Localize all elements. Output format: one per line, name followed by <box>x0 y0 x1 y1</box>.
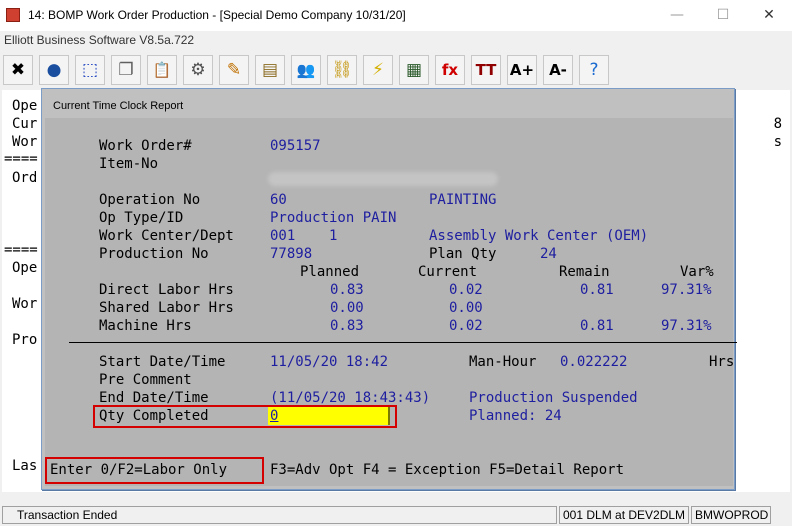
operation-no-label: Operation No <box>99 192 201 208</box>
qty-completed-highlight <box>93 405 397 428</box>
lightning-icon[interactable]: ⚡ <box>363 55 393 85</box>
work-center-value: 001 1 <box>270 228 338 244</box>
bg-line: Las <box>12 458 38 474</box>
toolbar: ✖ ● ⬚ ❐ 📋 ⚙ ✎ ▤ 👥 ⛓ ⚡ ▦ fx TT A+ A-? <box>0 52 792 88</box>
production-no-value: 77898 <box>270 246 313 262</box>
dialog-title: Current Time Clock Report <box>53 100 184 112</box>
col-remain-header: Remain <box>559 264 610 280</box>
status-bar: Transaction Ended 001 DLM at DEV2DLM BMW… <box>0 504 792 526</box>
plan-qty-label: Plan Qty <box>429 246 497 262</box>
shared-labor-planned: 0.00 <box>330 300 364 316</box>
dialog-title-bar: Current Time Clock Report <box>42 89 734 119</box>
software-version: Elliott Business Software V8.5a.722 <box>4 33 195 47</box>
shared-labor-label: Shared Labor Hrs <box>99 300 234 316</box>
bg-line: ==== <box>4 151 38 167</box>
maximize-button[interactable]: ☐ <box>700 0 746 31</box>
bg-line: Ope <box>12 98 38 114</box>
bg-line-right: 8 <box>773 116 782 132</box>
col-var-header: Var% <box>680 264 714 280</box>
start-datetime-value: 11/05/20 18:42 <box>270 354 389 370</box>
direct-labor-remain: 0.81 <box>580 282 614 298</box>
machine-hrs-label: Machine Hrs <box>99 318 192 334</box>
man-hour-value: 0.022222 <box>560 354 628 370</box>
prompt-function-keys: F3=Adv Opt F4 = Exception F5=Detail Repo… <box>270 462 625 478</box>
title-bar: 14: BOMP Work Order Production - [Specia… <box>0 0 792 31</box>
font-increase-icon[interactable]: A+ <box>507 55 537 85</box>
font-decrease-icon[interactable]: A- <box>543 55 573 85</box>
direct-labor-current: 0.02 <box>449 282 483 298</box>
end-datetime-value: (11/05/20 18:43:43) <box>270 390 431 406</box>
production-no-label: Production No <box>99 246 209 262</box>
hrs-unit-label: Hrs <box>709 354 735 370</box>
machine-current: 0.02 <box>449 318 483 334</box>
status-program: BMWOPROD <box>691 506 771 524</box>
copy-icon[interactable]: ❐ <box>111 55 141 85</box>
man-hour-label: Man-Hour <box>469 354 537 370</box>
production-status: Production Suspended <box>469 390 638 406</box>
bg-line: Pro <box>12 332 38 348</box>
item-no-label: Item-No <box>99 156 159 172</box>
operation-no-value: 60 <box>270 192 287 208</box>
machine-remain: 0.81 <box>580 318 614 334</box>
edit-icon[interactable]: ✎ <box>219 55 249 85</box>
bg-line: Ope <box>12 260 38 276</box>
planned-qty-note: Planned: 24 <box>469 408 562 424</box>
redacted-item <box>268 172 498 186</box>
status-message: Transaction Ended <box>2 506 557 524</box>
close-button[interactable]: ✕ <box>746 0 792 31</box>
work-center-label: Work Center/Dept <box>99 228 234 244</box>
window-title: 14: BOMP Work Order Production - [Specia… <box>28 8 406 22</box>
op-type-label: Op Type/ID <box>99 210 184 226</box>
col-current-header: Current <box>418 264 478 280</box>
close-tool-icon[interactable]: ✖ <box>3 55 33 85</box>
bg-line: ==== <box>4 242 38 258</box>
bg-line: Cur <box>12 116 38 132</box>
end-datetime-label: End Date/Time <box>99 390 209 406</box>
shared-labor-current: 0.00 <box>449 300 483 316</box>
settings-icon[interactable]: ⚙ <box>183 55 213 85</box>
notes-icon[interactable]: ▤ <box>255 55 285 85</box>
direct-labor-label: Direct Labor Hrs <box>99 282 234 298</box>
work-center-description: Assembly Work Center (OEM) <box>429 228 649 244</box>
report-icon[interactable]: ▦ <box>399 55 429 85</box>
function-icon[interactable]: fx <box>435 55 465 85</box>
prompt-highlight <box>45 457 264 484</box>
section-divider <box>69 342 737 343</box>
font-icon[interactable]: TT <box>471 55 501 85</box>
users-icon[interactable]: 👥 <box>291 55 321 85</box>
start-datetime-label: Start Date/Time <box>99 354 226 370</box>
link-icon[interactable]: ⛓ <box>327 55 357 85</box>
globe-icon[interactable]: ● <box>39 55 69 85</box>
app-icon <box>6 8 20 22</box>
pre-comment-label: Pre Comment <box>99 372 192 388</box>
help-icon[interactable]: ? <box>579 55 609 85</box>
bg-line-right: s <box>773 134 782 150</box>
direct-labor-var: 97.31% <box>661 282 712 298</box>
work-order-label: Work Order# <box>99 138 192 154</box>
minimize-button[interactable]: — <box>654 0 700 31</box>
bg-line: Wor <box>12 296 38 312</box>
col-planned-header: Planned <box>300 264 360 280</box>
plan-qty-value: 24 <box>540 246 557 262</box>
operation-description: PAINTING <box>429 192 497 208</box>
machine-var: 97.31% <box>661 318 712 334</box>
paste-icon[interactable]: 📋 <box>147 55 177 85</box>
direct-labor-planned: 0.83 <box>330 282 364 298</box>
select-icon[interactable]: ⬚ <box>75 55 105 85</box>
status-user: 001 DLM at DEV2DLM <box>559 506 689 524</box>
bg-line: Ord <box>12 170 38 186</box>
machine-planned: 0.83 <box>330 318 364 334</box>
work-order-value: 095157 <box>270 138 321 154</box>
op-type-value: Production PAIN <box>270 210 397 226</box>
bg-line: Wor <box>12 134 38 150</box>
